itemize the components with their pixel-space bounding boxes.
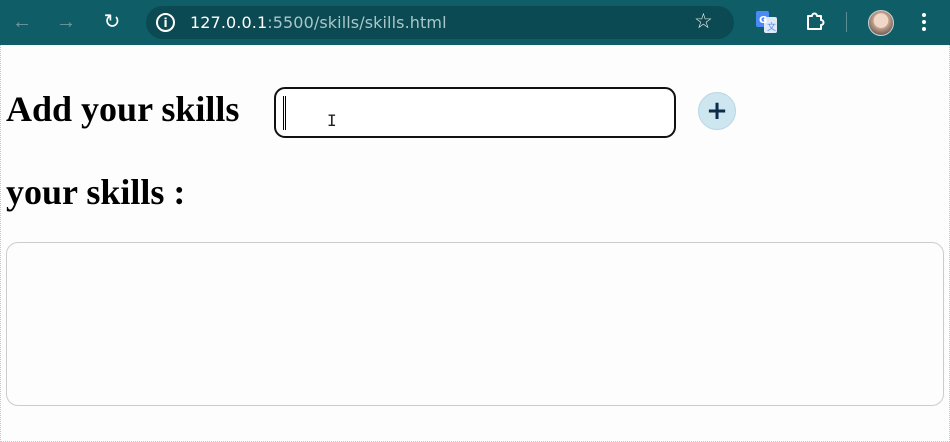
- skills-list-container: [6, 242, 944, 406]
- add-skills-heading: Add your skills: [6, 89, 240, 129]
- url-path: :5500/skills/skills.html: [267, 13, 447, 32]
- extensions-puzzle-icon[interactable]: [804, 9, 828, 33]
- google-translate-icon[interactable]: G 文: [756, 11, 778, 33]
- reload-icon[interactable]: ↻: [98, 8, 126, 36]
- forward-arrow-icon[interactable]: →: [52, 8, 80, 36]
- toolbar-divider: [846, 12, 847, 32]
- ibeam-cursor-icon: I: [327, 111, 337, 130]
- browser-toolbar: ← → ↻ i 127.0.0.1:5500/skills/skills.htm…: [0, 0, 950, 45]
- back-arrow-icon[interactable]: ←: [8, 8, 36, 36]
- site-info-icon[interactable]: i: [156, 13, 175, 32]
- url-host: 127.0.0.1: [190, 13, 268, 32]
- skill-input[interactable]: I: [274, 87, 676, 138]
- text-caret: [283, 96, 286, 130]
- svg-text:文: 文: [767, 21, 776, 33]
- your-skills-heading: your skills :: [6, 172, 186, 212]
- svg-text:G: G: [759, 15, 767, 26]
- bookmark-star-icon[interactable]: ☆: [694, 9, 713, 34]
- add-skill-button[interactable]: +: [698, 92, 736, 130]
- address-bar[interactable]: i 127.0.0.1:5500/skills/skills.html ☆: [146, 6, 734, 39]
- kebab-menu-icon[interactable]: [914, 10, 934, 34]
- profile-avatar[interactable]: [868, 10, 894, 36]
- url-text[interactable]: 127.0.0.1:5500/skills/skills.html: [190, 13, 447, 32]
- page-content: Add your skills I + your skills :: [0, 45, 950, 442]
